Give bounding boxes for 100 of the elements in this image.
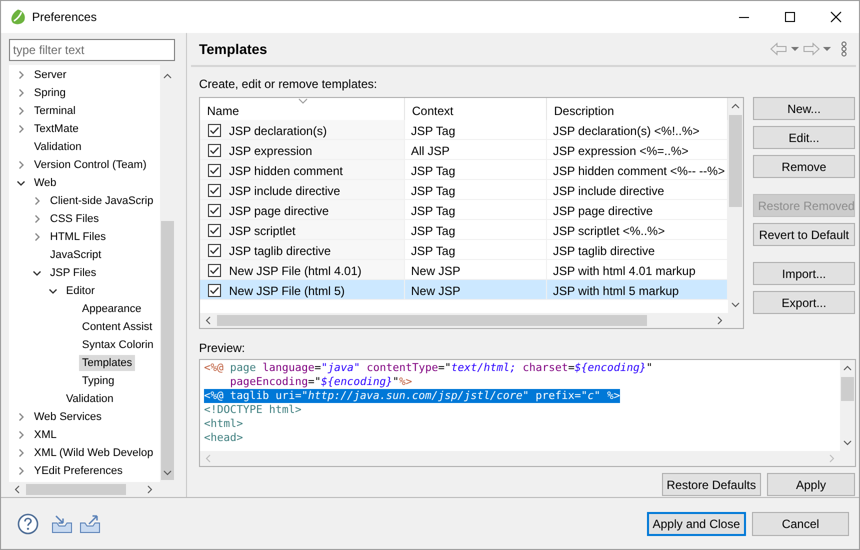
help-icon[interactable] <box>17 512 39 534</box>
tree-item[interactable]: YEdit Preferences <box>31 463 126 479</box>
checked-checkbox[interactable] <box>208 224 221 237</box>
table-cell: JSP Tag <box>405 220 547 239</box>
scroll-right-icon[interactable] <box>717 316 723 325</box>
tree-item[interactable]: Content Assist <box>79 319 156 335</box>
tree-item[interactable]: Web <box>31 175 60 191</box>
tree-item[interactable]: Syntax Colorin <box>79 337 157 353</box>
table-cell: New JSP <box>405 280 547 299</box>
table-cell-text: JSP declaration(s) <box>229 122 327 139</box>
export-icon[interactable] <box>79 514 101 534</box>
scrollbar-thumb[interactable] <box>26 484 126 495</box>
restore-defaults-button[interactable]: Restore Defaults <box>662 473 761 496</box>
cancel-button[interactable]: Cancel <box>752 512 849 536</box>
table-cell-text: JSP expression <box>229 142 312 159</box>
code-line: pageEncoding="${encoding}"%> <box>229 375 412 389</box>
table-cell: JSP Tag <box>405 120 547 139</box>
table-row[interactable]: JSP expression All JSP JSP expression <%=..%> <box>200 140 728 160</box>
side-button[interactable]: Edit... <box>753 126 855 149</box>
table-row[interactable]: JSP page directive JSP Tag JSP page directive <box>200 200 728 220</box>
table-cell-text: JSP hidden comment <box>229 162 343 179</box>
checked-checkbox[interactable] <box>208 284 221 297</box>
scroll-left-icon[interactable] <box>205 316 211 325</box>
column-header[interactable]: Context <box>405 98 547 120</box>
page-title: Templates <box>199 40 268 59</box>
tree-item[interactable]: XML (Wild Web Develop <box>31 445 156 461</box>
checked-checkbox[interactable] <box>208 124 221 137</box>
checked-checkbox[interactable] <box>208 184 221 197</box>
checked-checkbox[interactable] <box>208 264 221 277</box>
scrollbar[interactable] <box>200 313 743 328</box>
scroll-left-icon[interactable] <box>14 485 20 494</box>
scrollbar[interactable] <box>728 98 743 313</box>
sort-indicator-icon <box>298 98 308 104</box>
tree-item[interactable]: TextMate <box>31 121 82 137</box>
tree-item[interactable]: Typing <box>79 373 118 389</box>
table-row[interactable]: JSP hidden comment JSP Tag JSP hidden comment <%-- --%> <box>200 160 728 180</box>
checked-checkbox[interactable] <box>208 164 221 177</box>
checked-checkbox[interactable] <box>208 144 221 157</box>
filter-field[interactable]: type filter text <box>9 39 175 61</box>
tree-item[interactable]: Server <box>31 67 70 83</box>
table-row[interactable]: JSP declaration(s) JSP Tag JSP declaration(s) <%!..%> <box>200 120 728 140</box>
side-button[interactable]: Remove <box>753 155 855 178</box>
scroll-down-icon[interactable] <box>731 302 740 308</box>
tree-item[interactable]: Validation <box>31 139 84 155</box>
tree-item[interactable]: JSP Files <box>47 265 100 281</box>
side-button[interactable]: Export... <box>753 291 855 314</box>
tree-item[interactable]: Spring <box>31 85 69 101</box>
tree-item[interactable]: XML <box>31 427 60 443</box>
tree-item[interactable]: JavaScript <box>47 247 104 263</box>
table-cell: JSP Tag <box>405 240 547 259</box>
code-line: <!DOCTYPE html> <box>204 403 302 417</box>
tree-item[interactable]: CSS Files <box>47 211 102 227</box>
apply-button[interactable]: Apply <box>767 473 855 496</box>
back-arrow-icon[interactable] <box>770 42 788 56</box>
tree-item[interactable]: Appearance <box>79 301 144 317</box>
table-row[interactable]: JSP include directive JSP Tag JSP include directive <box>200 180 728 200</box>
table-row[interactable]: JSP scriptlet JSP Tag JSP scriptlet <%..%> <box>200 220 728 240</box>
dropdown-caret-icon[interactable] <box>791 46 799 52</box>
tree-item[interactable]: Validation <box>63 391 116 407</box>
table-row[interactable]: JSP taglib directive JSP Tag JSP taglib directive <box>200 240 728 260</box>
apply-and-close-button[interactable]: Apply and Close <box>646 512 746 536</box>
instruction-text: Create, edit or remove templates: <box>199 76 378 93</box>
scroll-down-icon[interactable] <box>843 440 852 446</box>
checked-checkbox[interactable] <box>208 244 221 257</box>
scrollbar-thumb[interactable] <box>841 377 854 401</box>
table-cell-text: New JSP File (html 4.01) <box>229 262 362 279</box>
scroll-down-icon[interactable] <box>163 470 172 476</box>
scroll-up-icon[interactable] <box>843 365 852 371</box>
forward-arrow-icon[interactable] <box>802 42 820 56</box>
scrollbar-thumb[interactable] <box>729 115 742 207</box>
tree-item[interactable]: Web Services <box>31 409 105 425</box>
tree-item[interactable]: Version Control (Team) <box>31 157 150 173</box>
table-cell: All JSP <box>405 140 547 159</box>
preview-label: Preview: <box>199 340 246 357</box>
side-button[interactable]: Import... <box>753 262 855 285</box>
code-line: <%@ page language="java" contentType="text/html; charset=${encoding}" <box>204 361 653 375</box>
code-line: <head> <box>204 431 244 445</box>
tree-item[interactable]: Client-side JavaScrip <box>47 193 156 209</box>
tree-item[interactable]: Terminal <box>31 103 79 119</box>
scroll-up-icon[interactable] <box>163 73 172 79</box>
table-cell: JSP Tag <box>405 180 547 199</box>
import-icon[interactable] <box>51 514 73 534</box>
scrollbar-thumb[interactable] <box>217 315 647 326</box>
window-title: Preferences <box>32 9 97 26</box>
tree-item[interactable]: Templates <box>79 355 136 371</box>
side-button[interactable]: New... <box>753 97 855 120</box>
table-cell-text: JSP scriptlet <box>229 222 296 239</box>
tree-item[interactable]: HTML Files <box>47 229 109 245</box>
tree-item[interactable]: Editor <box>63 283 98 299</box>
dropdown-caret-icon[interactable] <box>823 46 831 52</box>
scroll-right-icon[interactable] <box>147 485 153 494</box>
side-button[interactable]: Revert to Default <box>753 223 855 246</box>
scrollbar-thumb[interactable] <box>161 221 174 480</box>
table-cell-text: JSP include directive <box>229 182 340 199</box>
scrollbar[interactable] <box>840 360 855 452</box>
code-line: <html> <box>204 417 244 431</box>
table-row[interactable]: New JSP File (html 5) New JSP JSP with html 5 markup <box>200 280 728 300</box>
checked-checkbox[interactable] <box>208 204 221 217</box>
scroll-up-icon[interactable] <box>731 103 740 109</box>
more-menu-icon[interactable] <box>840 41 848 57</box>
